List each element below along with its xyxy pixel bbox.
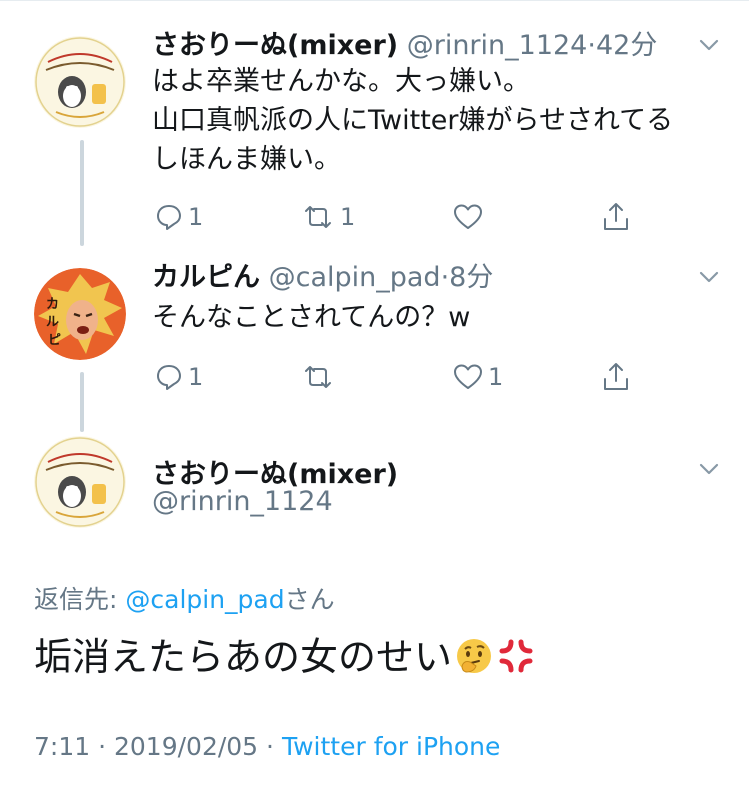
tweet-time: 7:11 [34,732,91,761]
main-tweet-text: 垢消えたらあの女のせい [34,632,536,688]
like-button[interactable]: 1 [452,360,503,394]
reply-to-suffix: さん [284,585,335,614]
share-icon [604,203,628,230]
thread-line [80,372,84,432]
share-icon [604,363,628,390]
chevron-down-icon[interactable] [694,262,724,292]
like-icon [454,204,482,229]
tweet-meta: 7:11 · 2019/02/05 · Twitter for iPhone [34,732,500,761]
reply-icon [157,365,181,390]
reply-count: 1 [188,363,204,391]
thinking-face-emoji [454,636,494,688]
retweet-icon [305,366,331,388]
timestamp[interactable]: 42分 [596,30,657,61]
reply-icon [157,205,181,230]
reply-button[interactable]: 1 [154,200,203,234]
reply-to-prefix: 返信先: [34,585,126,614]
anger-symbol-emoji [496,636,536,688]
main-tweet-body: 垢消えたらあの女のせい [34,635,453,679]
tweet-text: そんなことされてんの？w [152,298,470,337]
separator-dot: · [440,262,450,293]
share-button[interactable] [600,360,632,394]
svg-text:カ: カ [46,297,59,312]
avatar[interactable] [34,36,126,128]
tweet-text: はよ卒業せんかな。大っ嫌い。 山口真帆派の人にTwitter嫌がらせされてる し… [152,62,673,179]
retweet-button[interactable] [300,360,340,394]
user-handle[interactable]: @rinrin_1124 [152,486,333,517]
share-button[interactable] [600,200,632,234]
avatar[interactable]: カ ル ピ [34,268,126,360]
display-name[interactable]: カルピん [152,262,260,293]
retweet-count: 1 [340,203,356,231]
chevron-down-icon[interactable] [694,30,724,60]
tweet-header: さおりーぬ(mixer) @rinrin_1124·42分 [152,28,657,64]
reply-to-handle-link[interactable]: @calpin_pad [125,585,284,614]
user-handle[interactable]: @rinrin_1124 [407,30,588,61]
tweet-text-line: 山口真帆派の人にTwitter嫌がらせされてる [152,105,674,136]
svg-text:ル: ル [46,315,59,330]
display-name[interactable]: さおりーぬ(mixer) [152,30,398,61]
like-icon [454,364,482,389]
user-handle[interactable]: @calpin_pad [269,262,441,293]
tweet-source-link[interactable]: Twitter for iPhone [282,732,500,761]
like-button[interactable] [452,200,488,234]
tweet-header: カルピん @calpin_pad·8分 [152,260,493,296]
thread-line [80,140,84,246]
separator-dot: · [98,732,107,761]
separator-dot: · [587,30,596,61]
svg-text:ピ: ピ [48,333,61,348]
top-divider [0,0,749,1]
timestamp[interactable]: 8分 [449,262,493,293]
tweet-date: 2019/02/05 [114,732,259,761]
tweet-text-line: はよ卒業せんかな。大っ嫌い。 [152,66,530,97]
tweet-text-line: そんなことされてんの？w [152,302,471,333]
tweet-text-line: しほんま嫌い。 [152,144,341,175]
reply-button[interactable]: 1 [154,360,203,394]
separator-dot: · [266,732,274,761]
reply-to-line: 返信先: @calpin_padさん [34,580,335,616]
retweet-icon [305,206,331,228]
retweet-button[interactable]: 1 [300,200,355,234]
avatar[interactable] [34,436,126,528]
chevron-down-icon[interactable] [694,454,724,484]
reply-count: 1 [188,203,204,231]
like-count: 1 [488,363,504,391]
